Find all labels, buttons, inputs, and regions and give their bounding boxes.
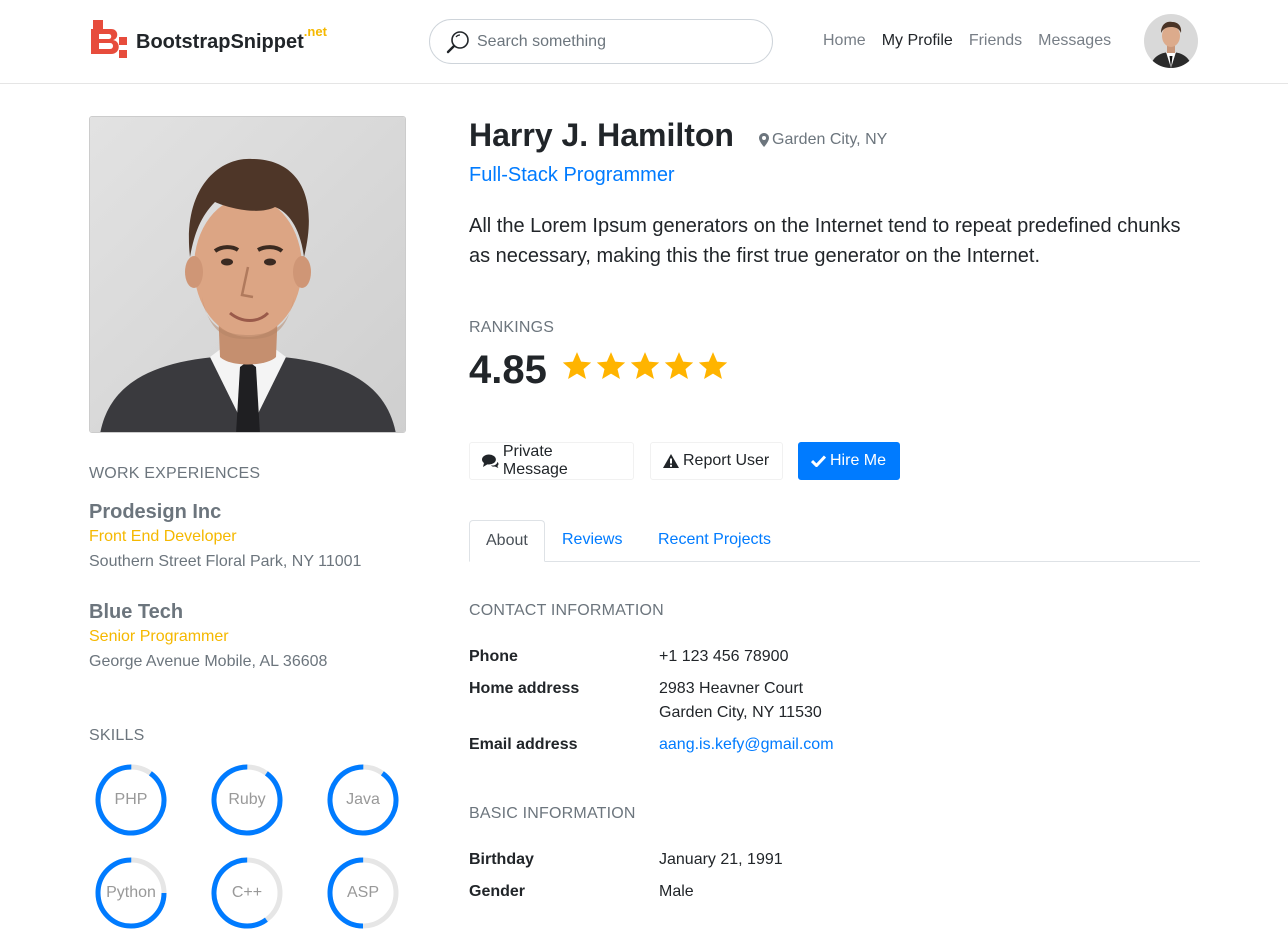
skill-java: Java — [323, 760, 403, 840]
brand-link[interactable]: BootstrapSnippet .net — [89, 20, 327, 60]
job-role: Senior Programmer — [89, 628, 229, 645]
gender-label: Gender — [469, 883, 526, 900]
phone-value: +1 123 456 78900 — [659, 648, 789, 665]
check-icon — [811, 455, 826, 467]
rating-stars — [560, 350, 730, 384]
rating-value: 4.85 — [469, 348, 547, 392]
skills-title: SKILLS — [89, 727, 145, 744]
email-value: aang.is.kefy@gmail.com — [659, 733, 834, 757]
email-link[interactable]: aang.is.kefy@gmail.com — [659, 736, 834, 753]
basic-info-title: BASIC INFORMATION — [469, 805, 636, 822]
search-box — [429, 19, 773, 64]
brand-logo-icon — [91, 20, 127, 58]
email-label: Email address — [469, 736, 578, 753]
skill-asp: ASP — [323, 853, 403, 933]
skill-ruby: Ruby — [207, 760, 287, 840]
nav-friends[interactable]: Friends — [961, 30, 1030, 52]
work-experiences-title: WORK EXPERIENCES — [89, 465, 261, 482]
skill-cpp: C++ — [207, 853, 287, 933]
job-item: Blue Tech Senior Programmer George Avenu… — [89, 600, 409, 672]
skill-label: PHP — [114, 791, 148, 808]
skills-grid: PHP Ruby Java Python C++ ASP — [89, 760, 409, 940]
nav-my-profile[interactable]: My Profile — [874, 30, 961, 52]
job-item: Prodesign Inc Front End Developer Southe… — [89, 500, 409, 572]
star-icon — [630, 352, 660, 380]
search-icon — [446, 31, 469, 54]
report-user-button[interactable]: Report User — [650, 442, 783, 480]
comments-icon — [482, 454, 499, 468]
tab-about[interactable]: About — [469, 520, 545, 562]
skill-label: Ruby — [228, 791, 266, 808]
skill-python: Python — [91, 853, 171, 933]
profile-name: Harry J. Hamilton — [469, 117, 734, 153]
birthday-label: Birthday — [469, 851, 534, 868]
job-company: Prodesign Inc — [89, 501, 222, 523]
avatar-image — [1144, 14, 1198, 68]
private-message-label: Private Message — [502, 443, 568, 478]
map-marker-icon — [759, 133, 769, 147]
address-line1: 2983 Heavner Court — [659, 680, 804, 697]
address-label: Home address — [469, 680, 580, 697]
job-role: Front End Developer — [89, 528, 237, 545]
contact-info-title: CONTACT INFORMATION — [469, 602, 664, 619]
skill-label: Java — [346, 791, 380, 808]
main-nav: Home My Profile Friends Messages — [815, 30, 1119, 52]
private-message-button[interactable]: Private Message — [469, 442, 634, 480]
birthday-value: January 21, 1991 — [659, 851, 783, 868]
star-icon — [562, 352, 592, 380]
nav-messages[interactable]: Messages — [1030, 30, 1119, 52]
hire-me-label: Hire Me — [830, 452, 887, 469]
profile-title: Full-Stack Programmer — [469, 164, 675, 186]
job-address: Southern Street Floral Park, NY 11001 — [89, 553, 362, 570]
brand-tld: .net — [303, 23, 327, 39]
profile-photo — [89, 116, 406, 433]
tab-reviews[interactable]: Reviews — [546, 520, 638, 562]
nav-home[interactable]: Home — [815, 30, 874, 52]
phone-label: Phone — [469, 648, 518, 665]
rankings-title: RANKINGS — [469, 319, 555, 336]
profile-photo-image — [90, 117, 405, 432]
tab-recent-projects[interactable]: Recent Projects — [642, 520, 787, 562]
brand-name: BootstrapSnippet — [136, 30, 304, 53]
warning-icon — [663, 454, 679, 468]
profile-tabs: About Reviews Recent Projects — [469, 520, 1200, 562]
skill-label: Python — [106, 884, 156, 901]
search-input[interactable] — [477, 29, 757, 55]
star-icon — [664, 352, 694, 380]
top-navbar: BootstrapSnippet .net Home My Profile Fr… — [0, 0, 1288, 84]
star-icon — [698, 352, 728, 380]
profile-location: Garden City, NY — [759, 130, 887, 150]
address-line2: Garden City, NY 11530 — [659, 704, 822, 721]
profile-bio: All the Lorem Ipsum generators on the In… — [469, 215, 1181, 267]
star-icon — [596, 352, 626, 380]
gender-value: Male — [659, 883, 694, 900]
skill-label: ASP — [346, 884, 379, 901]
job-company: Blue Tech — [89, 601, 184, 623]
user-avatar[interactable] — [1144, 14, 1198, 68]
address-value: 2983 Heavner Court Garden City, NY 11530 — [659, 677, 822, 725]
skill-label: C++ — [231, 884, 263, 901]
job-address: George Avenue Mobile, AL 36608 — [89, 653, 328, 670]
hire-me-button[interactable]: Hire Me — [798, 442, 900, 480]
location-text: Garden City, NY — [772, 131, 888, 148]
report-user-label: Report User — [683, 452, 770, 469]
skill-php: PHP — [91, 760, 171, 840]
